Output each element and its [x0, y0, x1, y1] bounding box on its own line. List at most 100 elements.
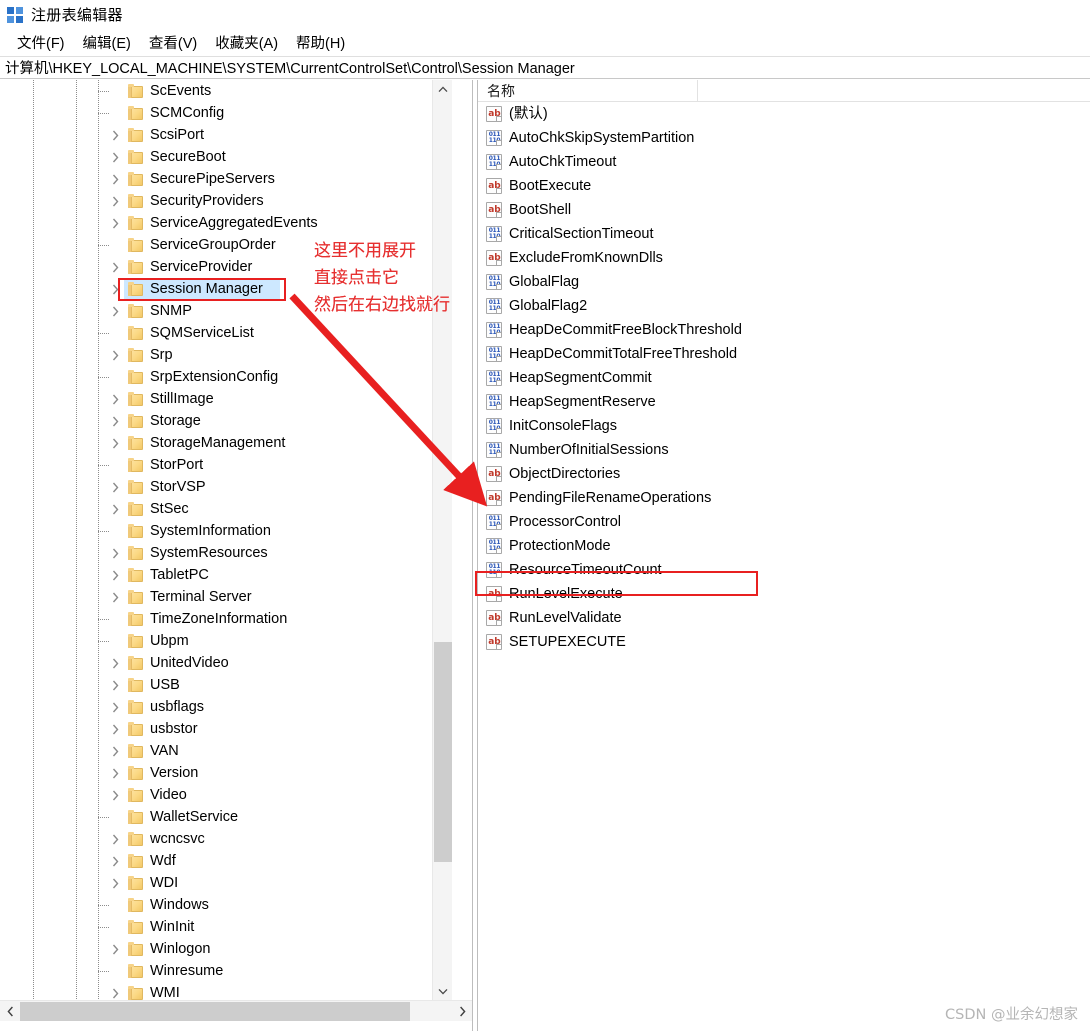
tree-item-serviceaggregatedevents[interactable]: ServiceAggregatedEvents: [0, 212, 452, 234]
scroll-left-icon[interactable]: [0, 1001, 20, 1022]
chevron-right-icon[interactable]: [108, 718, 122, 740]
chevron-right-icon[interactable]: [108, 652, 122, 674]
tree-item-storage[interactable]: Storage: [0, 410, 452, 432]
menu-favorites[interactable]: 收藏夹(A): [206, 30, 287, 56]
chevron-right-icon[interactable]: [108, 476, 122, 498]
value-row[interactable]: ab ExcludeFromKnownDlls: [478, 246, 1090, 270]
tree-item-video[interactable]: Video: [0, 784, 452, 806]
tree-item-wdi[interactable]: WDI: [0, 872, 452, 894]
menu-help[interactable]: 帮助(H): [287, 30, 354, 56]
chevron-right-icon[interactable]: [108, 168, 122, 190]
tree-item-scsiport[interactable]: ScsiPort: [0, 124, 452, 146]
chevron-right-icon[interactable]: [108, 388, 122, 410]
scroll-down-icon[interactable]: [433, 982, 453, 1000]
chevron-right-icon[interactable]: [108, 432, 122, 454]
tree-item-secureboot[interactable]: SecureBoot: [0, 146, 452, 168]
tree-item-usb[interactable]: USB: [0, 674, 452, 696]
tree-hscrollbar-thumb[interactable]: [20, 1002, 410, 1021]
chevron-right-icon[interactable]: [108, 190, 122, 212]
tree-item-storport[interactable]: StorPort: [0, 454, 452, 476]
chevron-right-icon[interactable]: [108, 586, 122, 608]
value-row[interactable]: ab BootExecute: [478, 174, 1090, 198]
tree-vertical-scrollbar[interactable]: [432, 80, 452, 1000]
menu-edit[interactable]: 编辑(E): [74, 30, 140, 56]
chevron-right-icon[interactable]: [108, 344, 122, 366]
tree-item-timezoneinformation[interactable]: TimeZoneInformation: [0, 608, 452, 630]
tree-item-scmconfig[interactable]: SCMConfig: [0, 102, 452, 124]
value-row[interactable]: ab RunLevelExecute: [478, 582, 1090, 606]
scroll-up-icon[interactable]: [433, 80, 453, 98]
tree-item-walletservice[interactable]: WalletService: [0, 806, 452, 828]
scroll-right-icon[interactable]: [452, 1001, 472, 1022]
tree-item-wdf[interactable]: Wdf: [0, 850, 452, 872]
tree-item-storagemanagement[interactable]: StorageManagement: [0, 432, 452, 454]
tree-scrollbar-thumb[interactable]: [434, 642, 452, 862]
tree-item-winresume[interactable]: Winresume: [0, 960, 452, 982]
value-row[interactable]: 011 110 HeapDeCommitFreeBlockThreshold: [478, 318, 1090, 342]
value-row[interactable]: 011 110 HeapSegmentCommit: [478, 366, 1090, 390]
tree-item-van[interactable]: VAN: [0, 740, 452, 762]
value-row[interactable]: ab RunLevelValidate: [478, 606, 1090, 630]
value-row[interactable]: 011 110 InitConsoleFlags: [478, 414, 1090, 438]
value-row[interactable]: ab SETUPEXECUTE: [478, 630, 1090, 654]
chevron-right-icon[interactable]: [108, 564, 122, 586]
tree-item-systeminformation[interactable]: SystemInformation: [0, 520, 452, 542]
chevron-right-icon[interactable]: [108, 410, 122, 432]
chevron-right-icon[interactable]: [108, 278, 122, 300]
tree-item-stillimage[interactable]: StillImage: [0, 388, 452, 410]
value-row[interactable]: 011 110 HeapSegmentReserve: [478, 390, 1090, 414]
tree-item-terminal-server[interactable]: Terminal Server: [0, 586, 452, 608]
chevron-right-icon[interactable]: [108, 498, 122, 520]
tree-item-srp[interactable]: Srp: [0, 344, 452, 366]
tree-item-winlogon[interactable]: Winlogon: [0, 938, 452, 960]
tree-item-wininit[interactable]: WinInit: [0, 916, 452, 938]
value-row[interactable]: 011 110 CriticalSectionTimeout: [478, 222, 1090, 246]
values-list[interactable]: ab (默认) 011 110 AutoChkSkipSystemPartition 01…: [478, 102, 1090, 654]
menu-file[interactable]: 文件(F): [8, 30, 74, 56]
value-row[interactable]: 011 110 ProcessorControl: [478, 510, 1090, 534]
tree-item-version[interactable]: Version: [0, 762, 452, 784]
value-row[interactable]: ab ObjectDirectories: [478, 462, 1090, 486]
chevron-right-icon[interactable]: [108, 982, 122, 1000]
tree-item-sqmservicelist[interactable]: SQMServiceList: [0, 322, 452, 344]
chevron-right-icon[interactable]: [108, 300, 122, 322]
tree-item-systemresources[interactable]: SystemResources: [0, 542, 452, 564]
tree-item-ubpm[interactable]: Ubpm: [0, 630, 452, 652]
tree-item-usbstor[interactable]: usbstor: [0, 718, 452, 740]
column-header-name[interactable]: 名称: [478, 80, 698, 102]
chevron-right-icon[interactable]: [108, 784, 122, 806]
address-bar[interactable]: 计算机\HKEY_LOCAL_MACHINE\SYSTEM\CurrentCon…: [0, 56, 1090, 79]
tree-item-scevents[interactable]: ScEvents: [0, 80, 452, 102]
value-row[interactable]: ab BootShell: [478, 198, 1090, 222]
tree-item-tabletpc[interactable]: TabletPC: [0, 564, 452, 586]
value-row[interactable]: ab PendingFileRenameOperations: [478, 486, 1090, 510]
chevron-right-icon[interactable]: [108, 124, 122, 146]
tree-item-unitedvideo[interactable]: UnitedVideo: [0, 652, 452, 674]
tree-item-securityproviders[interactable]: SecurityProviders: [0, 190, 452, 212]
menu-view[interactable]: 查看(V): [140, 30, 206, 56]
value-row[interactable]: 011 110 ResourceTimeoutCount: [478, 558, 1090, 582]
tree-item-usbflags[interactable]: usbflags: [0, 696, 452, 718]
tree-item-windows[interactable]: Windows: [0, 894, 452, 916]
chevron-right-icon[interactable]: [108, 696, 122, 718]
chevron-right-icon[interactable]: [108, 212, 122, 234]
chevron-right-icon[interactable]: [108, 850, 122, 872]
tree-item-wcncsvc[interactable]: wcncsvc: [0, 828, 452, 850]
chevron-right-icon[interactable]: [108, 828, 122, 850]
value-row[interactable]: 011 110 AutoChkTimeout: [478, 150, 1090, 174]
value-row[interactable]: 011 110 HeapDeCommitTotalFreeThreshold: [478, 342, 1090, 366]
chevron-right-icon[interactable]: [108, 542, 122, 564]
tree-item-securepipeservers[interactable]: SecurePipeServers: [0, 168, 452, 190]
value-row[interactable]: 011 110 GlobalFlag2: [478, 294, 1090, 318]
chevron-right-icon[interactable]: [108, 674, 122, 696]
value-row[interactable]: 011 110 GlobalFlag: [478, 270, 1090, 294]
value-row[interactable]: 011 110 ProtectionMode: [478, 534, 1090, 558]
chevron-right-icon[interactable]: [108, 256, 122, 278]
chevron-right-icon[interactable]: [108, 740, 122, 762]
tree-item-storvsp[interactable]: StorVSP: [0, 476, 452, 498]
value-row[interactable]: ab (默认): [478, 102, 1090, 126]
value-row[interactable]: 011 110 AutoChkSkipSystemPartition: [478, 126, 1090, 150]
tree-item-wmi[interactable]: WMI: [0, 982, 452, 1000]
chevron-right-icon[interactable]: [108, 146, 122, 168]
tree-horizontal-scrollbar[interactable]: [0, 1000, 472, 1021]
